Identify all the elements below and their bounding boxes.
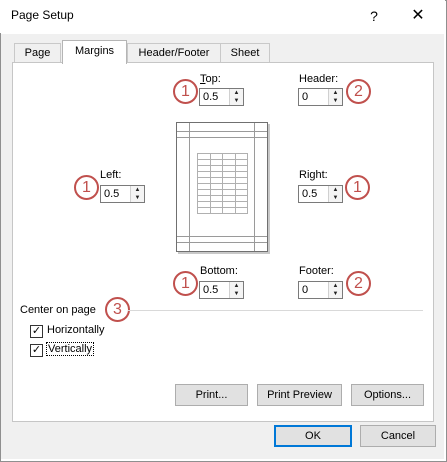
- right-margin-line: [254, 123, 255, 251]
- bottom-margin-spinner[interactable]: 0.5 ▲ ▼: [199, 281, 244, 299]
- preview-table-cell: [222, 207, 236, 214]
- header-margin-line: [177, 131, 267, 132]
- top-margin-value[interactable]: 0.5: [203, 91, 218, 103]
- tab-sheet[interactable]: Sheet: [220, 43, 270, 63]
- spin-up-icon[interactable]: ▲: [329, 89, 342, 97]
- preview-table-cell: [197, 207, 211, 214]
- checkmark-icon: ✓: [31, 325, 42, 337]
- horizontally-checkbox[interactable]: ✓: [30, 325, 43, 338]
- print-preview-button[interactable]: Print Preview: [257, 384, 342, 406]
- spin-up-icon[interactable]: ▲: [329, 186, 342, 194]
- spin-down-icon[interactable]: ▼: [230, 97, 243, 105]
- spin-down-icon[interactable]: ▼: [329, 194, 342, 202]
- annotation-badge: 1: [173, 79, 198, 104]
- annotation-badge: 3: [105, 297, 130, 322]
- preview-table-cell: [209, 207, 223, 214]
- spin-up-icon[interactable]: ▲: [230, 89, 243, 97]
- spin-up-icon[interactable]: ▲: [230, 282, 243, 290]
- tab-margins[interactable]: Margins: [62, 40, 127, 64]
- margin-preview: [176, 122, 268, 252]
- center-on-page-label: Center on page: [20, 304, 96, 316]
- right-spin-arrows[interactable]: ▲ ▼: [328, 186, 342, 202]
- bottom-margin-line: [177, 236, 267, 237]
- bottom-label: Bottom:: [200, 265, 238, 277]
- annotation-badge: 1: [173, 271, 198, 296]
- left-margin-value[interactable]: 0.5: [104, 188, 119, 200]
- left-margin-spinner[interactable]: 0.5 ▲ ▼: [100, 185, 145, 203]
- cancel-button[interactable]: Cancel: [360, 425, 436, 447]
- footer-spin-arrows[interactable]: ▲ ▼: [328, 282, 342, 298]
- footer-margin-spinner[interactable]: 0 ▲ ▼: [298, 281, 343, 299]
- close-button[interactable]: ✕: [404, 5, 432, 27]
- spin-up-icon[interactable]: ▲: [329, 282, 342, 290]
- group-divider: [128, 310, 423, 311]
- header-margin-spinner[interactable]: 0 ▲ ▼: [298, 88, 343, 106]
- annotation-badge: 2: [346, 271, 371, 296]
- ok-button[interactable]: OK: [274, 425, 352, 447]
- left-label: Left:: [100, 169, 122, 181]
- vertically-label[interactable]: Vertically: [46, 342, 95, 356]
- left-spin-arrows[interactable]: ▲ ▼: [130, 186, 144, 202]
- right-margin-value[interactable]: 0.5: [302, 188, 317, 200]
- preview-table-cell: [234, 207, 248, 214]
- annotation-badge: 1: [345, 175, 370, 200]
- spin-down-icon[interactable]: ▼: [329, 97, 342, 105]
- spin-down-icon[interactable]: ▼: [230, 290, 243, 298]
- annotation-badge: 2: [346, 79, 371, 104]
- vertically-label-wrap[interactable]: Vertically: [46, 342, 95, 356]
- top-margin-spinner[interactable]: 0.5 ▲ ▼: [199, 88, 244, 106]
- left-margin-line: [189, 123, 190, 251]
- window-title: Page Setup: [11, 8, 74, 22]
- checkmark-icon: ✓: [31, 344, 42, 356]
- header-spin-arrows[interactable]: ▲ ▼: [328, 89, 342, 105]
- spin-down-icon[interactable]: ▼: [329, 290, 342, 298]
- vertically-checkbox[interactable]: ✓: [30, 344, 43, 357]
- tab-page[interactable]: Page: [14, 43, 61, 63]
- top-label: Top:: [200, 73, 221, 85]
- header-margin-value[interactable]: 0: [302, 91, 308, 103]
- horizontally-label[interactable]: Horizontally: [47, 324, 104, 336]
- footer-margin-line: [177, 242, 267, 243]
- right-label: Right:: [299, 169, 328, 181]
- header-label: Header:: [299, 73, 339, 85]
- options-button[interactable]: Options...: [351, 384, 424, 406]
- top-margin-line: [177, 137, 267, 138]
- top-spin-arrows[interactable]: ▲ ▼: [229, 89, 243, 105]
- annotation-badge: 1: [74, 175, 99, 200]
- footer-margin-value[interactable]: 0: [302, 284, 308, 296]
- spin-up-icon[interactable]: ▲: [131, 186, 144, 194]
- print-button[interactable]: Print...: [175, 384, 248, 406]
- bottom-spin-arrows[interactable]: ▲ ▼: [229, 282, 243, 298]
- bottom-margin-value[interactable]: 0.5: [203, 284, 218, 296]
- help-button[interactable]: ?: [360, 5, 388, 27]
- tab-header-footer[interactable]: Header/Footer: [127, 43, 221, 63]
- spin-down-icon[interactable]: ▼: [131, 194, 144, 202]
- footer-label: Footer:: [299, 265, 334, 277]
- right-margin-spinner[interactable]: 0.5 ▲ ▼: [298, 185, 343, 203]
- top-label-text: op:: [205, 73, 221, 85]
